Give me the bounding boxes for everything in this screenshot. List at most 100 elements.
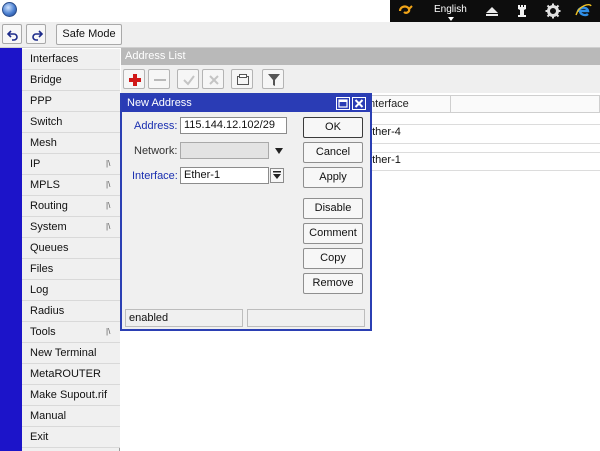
submenu-arrow-icon: |\	[106, 201, 111, 210]
address-list-titlebar[interactable]: Address List	[121, 48, 600, 65]
dialog-body: Address: 115.144.12.102/29 Network: Inte…	[122, 112, 370, 329]
sidebar-item-label: System	[30, 221, 67, 233]
internet-explorer-icon[interactable]	[575, 3, 593, 19]
disable-icon	[209, 75, 219, 85]
sidebar-item-mesh[interactable]: Mesh	[22, 133, 120, 154]
sidebar-item-label: Exit	[30, 431, 49, 443]
dialog-title: New Address	[127, 97, 192, 109]
remove-button[interactable]: Remove	[303, 273, 363, 294]
network-input[interactable]	[180, 142, 269, 159]
comment-button[interactable]	[231, 69, 253, 89]
sidebar-item-label: Mesh	[30, 137, 57, 149]
cancel-button[interactable]: Cancel	[303, 142, 363, 163]
row-divider	[361, 170, 600, 171]
sidebar-item-label: New Terminal	[30, 347, 97, 359]
add-icon	[129, 74, 141, 86]
sidebar-item-label: Queues	[30, 242, 69, 254]
sidebar-item-metarouter[interactable]: MetaROUTER	[22, 364, 120, 385]
disable-button[interactable]: Disable	[303, 198, 363, 219]
sidebar-item-interfaces[interactable]: Interfaces	[22, 49, 120, 70]
submenu-arrow-icon: |\	[106, 159, 111, 168]
column-header-interface[interactable]: Interface	[361, 95, 451, 113]
redo-button[interactable]	[26, 24, 46, 44]
address-label: Address:	[134, 120, 178, 132]
status-field: enabled	[125, 309, 243, 327]
sidebar-item-ppp[interactable]: PPP	[22, 91, 120, 112]
row-divider	[361, 124, 600, 125]
sidebar-item-label: MPLS	[30, 179, 60, 191]
sidebar-item-manual[interactable]: Manual	[22, 406, 120, 427]
row-divider	[361, 143, 600, 144]
close-button[interactable]	[352, 97, 366, 110]
filter-button[interactable]	[262, 69, 284, 89]
sidebar-item-label: IP	[30, 158, 41, 170]
interface-dropdown-button[interactable]	[270, 168, 284, 183]
submenu-arrow-icon: |\	[106, 222, 111, 231]
eject-icon[interactable]	[484, 3, 500, 19]
main-toolbar: Safe Mode	[0, 22, 600, 48]
winbox-logo-icon[interactable]	[398, 3, 414, 19]
interface-select[interactable]: Ether-1	[180, 167, 269, 184]
sidebar-item-bridge[interactable]: Bridge	[22, 70, 120, 91]
comment-button[interactable]: Comment	[303, 223, 363, 244]
sidebar-item-label: Make Supout.rif	[30, 389, 108, 401]
sidebar-item-log[interactable]: Log	[22, 280, 120, 301]
sidebar-item-tools[interactable]: Tools |\	[22, 322, 120, 343]
sidebar-item-radius[interactable]: Radius	[22, 301, 120, 322]
status-field-secondary	[247, 309, 365, 327]
network-dropdown-arrow-icon[interactable]	[275, 148, 283, 154]
enable-button[interactable]	[177, 69, 199, 89]
sidebar-item-label: PPP	[30, 95, 53, 107]
maximize-button[interactable]	[336, 97, 350, 110]
sidebar-item-ip[interactable]: IP |\	[22, 154, 120, 175]
sidebar-item-label: Files	[30, 263, 54, 275]
undo-icon	[6, 30, 18, 41]
column-header-blank[interactable]	[450, 95, 600, 113]
sidebar-item-files[interactable]: Files	[22, 259, 120, 280]
sidebar-item-label: Interfaces	[30, 53, 79, 65]
redo-icon	[32, 30, 44, 41]
sidebar-item-exit[interactable]: Exit	[22, 427, 120, 448]
disable-button[interactable]	[202, 69, 224, 89]
remove-icon	[154, 79, 166, 81]
apply-button[interactable]: Apply	[303, 167, 363, 188]
ok-button[interactable]: OK	[303, 117, 363, 138]
chevron-down-icon	[448, 17, 454, 21]
sidebar-item-queues[interactable]: Queues	[22, 238, 120, 259]
system-tray: English	[390, 0, 600, 22]
address-list-title: Address List	[125, 50, 186, 62]
sidebar-item-label: MetaROUTER	[30, 368, 101, 380]
sidebar-item-system[interactable]: System |\	[22, 217, 120, 238]
submenu-arrow-icon: |\	[106, 180, 111, 189]
sidebar-item-make-supout[interactable]: Make Supout.rif	[22, 385, 120, 406]
chess-rook-icon[interactable]	[514, 3, 530, 19]
language-selector[interactable]: English	[434, 3, 474, 21]
column-header-label: Interface	[366, 98, 409, 110]
sidebar-item-new-terminal[interactable]: New Terminal	[22, 343, 120, 364]
submenu-arrow-icon: |\	[106, 327, 111, 336]
sidebar-item-label: Manual	[30, 410, 67, 422]
sidebar-item-label: Switch	[30, 116, 63, 128]
sidebar-item-label: Routing	[30, 200, 68, 212]
address-input[interactable]: 115.144.12.102/29	[180, 117, 287, 134]
interface-label: Interface:	[132, 170, 178, 182]
comment-icon	[237, 74, 249, 85]
network-label: Network:	[134, 145, 178, 157]
dialog-titlebar[interactable]: New Address	[122, 95, 370, 112]
row-divider	[361, 152, 600, 153]
filter-icon	[268, 74, 280, 86]
sidebar-item-label: Tools	[30, 326, 56, 338]
sidebar-item-routing[interactable]: Routing |\	[22, 196, 120, 217]
chevron-down-icon	[273, 171, 281, 179]
sidebar: Interfaces Bridge PPP Switch Mesh IP |\ M…	[22, 49, 120, 451]
sidebar-item-switch[interactable]: Switch	[22, 112, 120, 133]
maximize-icon	[338, 99, 348, 108]
sidebar-item-mpls[interactable]: MPLS |\	[22, 175, 120, 196]
copy-button[interactable]: Copy	[303, 248, 363, 269]
add-button[interactable]	[123, 69, 145, 89]
remove-button[interactable]	[148, 69, 170, 89]
gear-icon[interactable]	[545, 3, 561, 19]
safe-mode-button[interactable]: Safe Mode	[56, 24, 122, 45]
address-list-toolbar	[121, 65, 600, 93]
undo-button[interactable]	[2, 24, 22, 44]
